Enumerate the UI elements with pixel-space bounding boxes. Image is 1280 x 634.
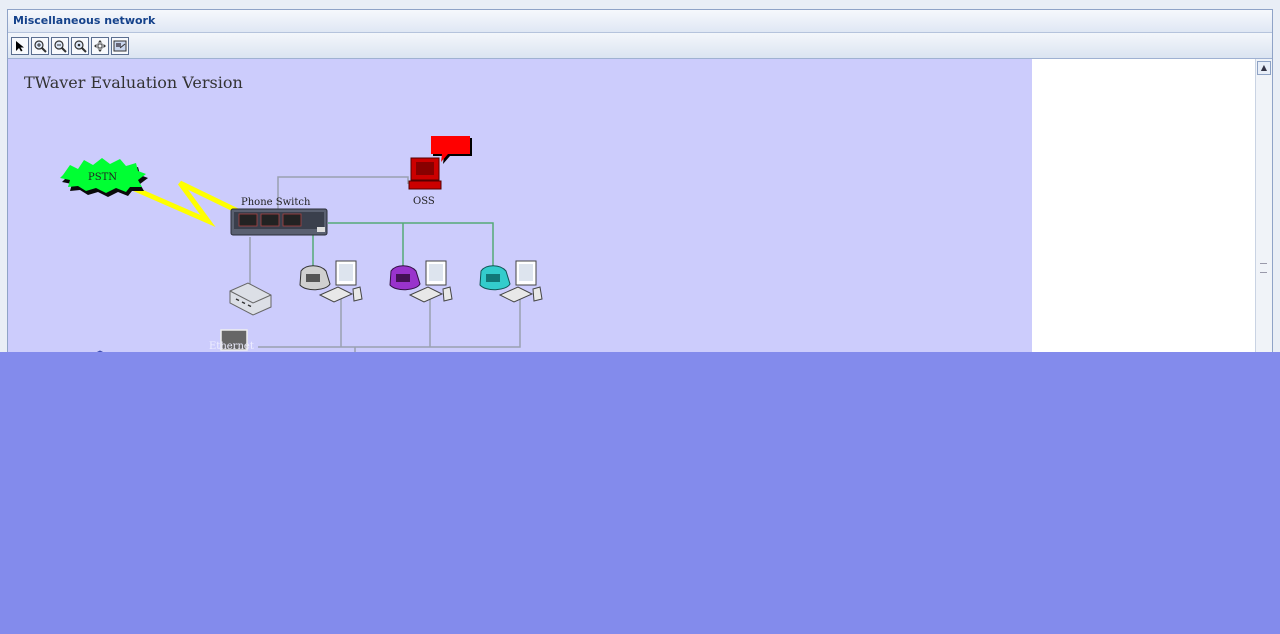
zoom-reset-icon	[74, 39, 87, 53]
phone-switch-label: Phone Switch	[241, 197, 311, 208]
fit-to-window-button[interactable]	[91, 36, 109, 55]
phone-switch-node[interactable]: Phone Switch	[230, 197, 328, 236]
oss-node[interactable]: OSS	[408, 136, 472, 207]
vertical-scrollbar[interactable]: ▲	[1255, 59, 1272, 369]
topology-diagram: PSTN Phone Switch OSS Ethernet	[47, 136, 543, 369]
links	[126, 176, 521, 359]
scroll-up-button[interactable]: ▲	[1257, 61, 1271, 75]
phone-pc-group-2[interactable]	[389, 260, 453, 303]
zoom-reset-button[interactable]	[71, 36, 89, 55]
scroll-grip[interactable]	[1260, 263, 1267, 273]
window-title: Miscellaneous network	[8, 10, 1272, 33]
toolbar	[8, 33, 1272, 59]
side-panel	[1032, 59, 1257, 369]
pstn-label: PSTN	[88, 172, 117, 183]
chevron-up-icon: ▲	[1260, 63, 1268, 72]
select-tool-button[interactable]	[11, 36, 29, 55]
zoom-out-icon	[54, 39, 67, 53]
ethernet-node[interactable]: Ethernet	[209, 329, 254, 352]
ethernet-label: Ethernet	[209, 341, 254, 352]
zoom-out-button[interactable]	[51, 36, 69, 55]
fit-icon	[94, 39, 106, 52]
phone-pc-group-1[interactable]	[299, 260, 363, 303]
network-canvas[interactable]: TWaver Evaluation Version PSTN Phone Swi…	[8, 59, 1032, 369]
zoom-in-button[interactable]	[31, 36, 49, 55]
overview-button[interactable]	[111, 36, 129, 55]
pstn-link[interactable]	[126, 180, 250, 228]
zoom-in-icon	[34, 39, 47, 53]
phone-pc-group-3[interactable]	[479, 260, 543, 303]
pointer-icon	[16, 40, 24, 51]
hub-node[interactable]	[229, 282, 272, 316]
oss-label: OSS	[413, 196, 435, 207]
network-window: Miscellaneous network TWaver Evaluation …	[7, 9, 1273, 369]
overview-icon	[113, 40, 127, 51]
ethernet-bus[interactable]	[258, 299, 521, 348]
overlay-panel	[0, 352, 1280, 634]
